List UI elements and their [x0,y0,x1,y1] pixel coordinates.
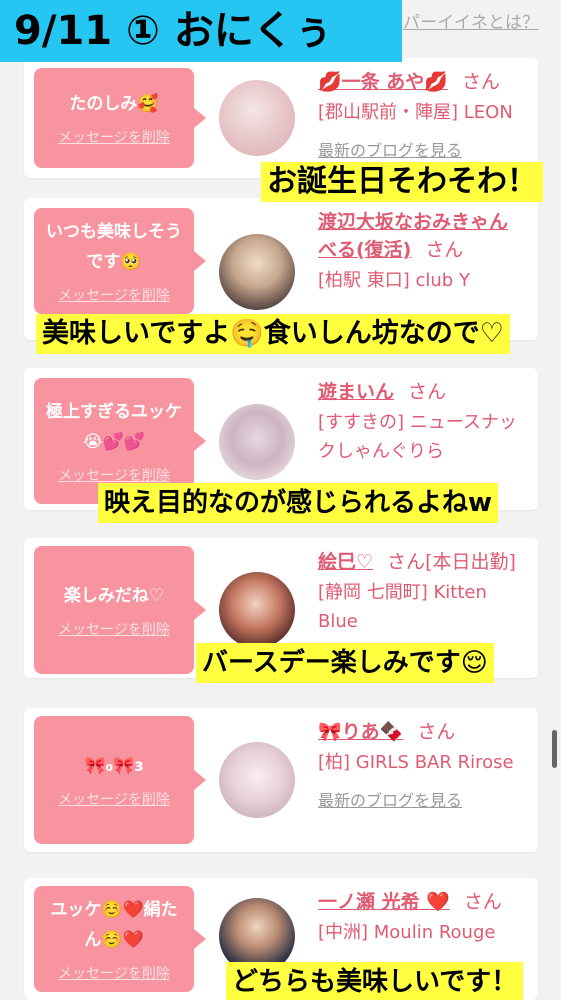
message-text: ユッケ☺️❤️絹たん☺️❤️ [50,900,178,950]
message-bubble: 楽しみだね♡ メッセージを削除 [34,546,206,674]
honorific: さん [463,891,502,913]
delete-message-link[interactable]: メッセージを削除 [58,285,170,305]
delete-message-link[interactable]: メッセージを削除 [58,127,170,147]
blog-link[interactable]: 最新のブログを見る [318,137,462,161]
girl-name-link[interactable]: 絵巳♡ [318,551,373,573]
honorific: さん [425,239,464,261]
message-text: 🎀₀🎀ɜ [84,756,144,776]
message-text: 極上すぎるユッケ😭💕💕 [46,402,182,452]
delete-message-link[interactable]: メッセージを削除 [58,619,170,639]
avatar[interactable] [219,572,295,648]
about-link[interactable]: パーイイネとは？ [403,8,539,33]
page-title: 9/11 ① おにくぅ [0,0,402,62]
delete-message-link[interactable]: メッセージを削除 [58,963,170,983]
honorific: さん [461,71,500,93]
girl-name-link[interactable]: 💋一条 あや💋 [318,71,448,93]
honorific: さん [387,551,426,573]
delete-message-link[interactable]: メッセージを削除 [58,465,170,485]
message-bubble: たのしみ🥰 メッセージを削除 [34,68,206,168]
caption: 美味しいですよ🤤食いしん坊なので♡ [36,314,511,354]
caption: 映え目的なのが感じられるよねw [98,483,499,523]
message-bubble: ユッケ☺️❤️絹たん☺️❤️ メッセージを削除 [34,886,206,992]
shop-info: [柏] GIRLS BAR Rirose [318,752,514,773]
avatar[interactable] [219,234,295,310]
shop-info: [中洲] Moulin Rouge [318,922,496,943]
delete-message-link[interactable]: メッセージを削除 [58,789,170,809]
shop-info: [郡山駅前・陣屋] LEON [318,102,513,123]
avatar[interactable] [219,80,295,156]
message-text: 楽しみだね♡ [63,586,165,606]
avatar[interactable] [219,742,295,818]
message-text: いつも美味しそうです🥺 [46,222,182,272]
girl-name-link[interactable]: 一ノ瀬 光希 ❤️ [318,891,450,913]
message-card: たのしみ🥰 メッセージを削除 💋一条 あや💋 さん [郡山駅前・陣屋] LEON … [24,58,538,178]
shop-info: [静岡 七間町] Kitten Blue [318,582,487,632]
blog-link[interactable]: 最新のブログを見る [318,787,462,811]
message-text: たのしみ🥰 [69,94,159,114]
scrollbar[interactable] [552,730,557,768]
message-bubble: いつも美味しそうです🥺 メッセージを削除 [34,208,206,314]
status-badge: [本日出勤] [425,551,516,573]
girl-name-link[interactable]: 🎀りあ🍫 [318,721,403,743]
honorific: さん [408,381,447,403]
avatar[interactable] [219,404,295,480]
honorific: さん [417,721,456,743]
caption: お誕生日そわそわ！ [261,162,543,202]
message-bubble: 🎀₀🎀ɜ メッセージを削除 [34,716,206,844]
girl-name-link[interactable]: 渡辺大坂なおみきゃんべる(復活) [318,211,508,261]
message-card: 🎀₀🎀ɜ メッセージを削除 🎀りあ🍫 さん [柏] GIRLS BAR Riros… [24,708,538,852]
caption: どちらも美味しいです！ [226,962,524,1000]
girl-name-link[interactable]: 遊まいん [318,381,394,403]
caption: バースデー楽しみです😌 [196,643,494,683]
shop-info: [すすきの] ニュースナックしゃんぐりら [318,412,517,462]
shop-info: [柏駅 東口] club Y [318,270,470,291]
